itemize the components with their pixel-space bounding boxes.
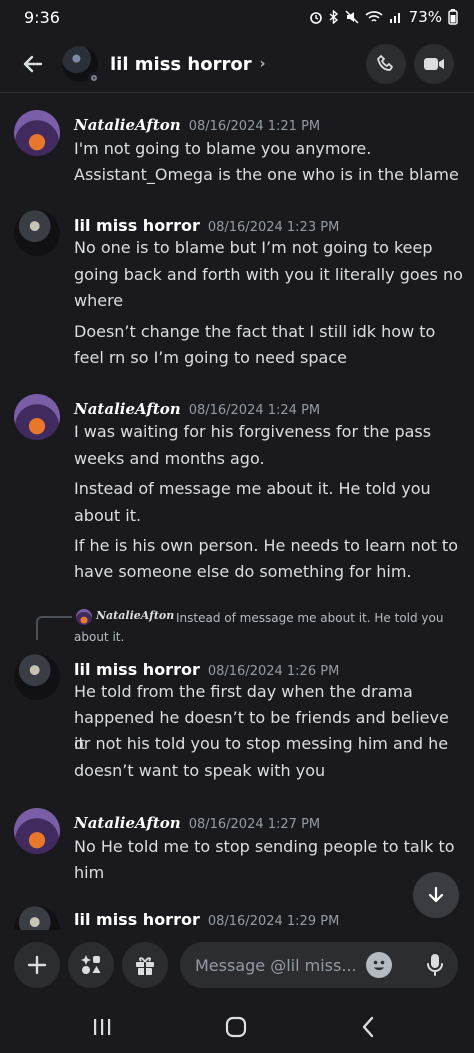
message-text: feel rn so I’m going to need space xyxy=(74,348,347,367)
avatar[interactable] xyxy=(14,110,60,156)
timestamp: 08/16/2024 1:26 PM xyxy=(207,664,340,679)
header-title: lil miss horror xyxy=(110,53,252,75)
video-call-button[interactable] xyxy=(414,44,454,84)
author-name[interactable]: lil miss horror xyxy=(74,660,200,679)
message-placeholder: Message @lil miss... xyxy=(195,956,357,975)
message-composer: Message @lil miss... xyxy=(0,930,474,1000)
author-name[interactable]: lil miss horror xyxy=(74,910,200,929)
jump-to-present-button[interactable] xyxy=(413,872,459,918)
nav-back-icon[interactable] xyxy=(348,1014,388,1040)
message-text: him xyxy=(74,863,105,882)
status-icons: 73% xyxy=(309,8,458,26)
timestamp: 08/16/2024 1:21 PM xyxy=(188,119,321,134)
chevron-right-icon: › xyxy=(259,56,266,72)
attach-button[interactable] xyxy=(14,942,60,988)
author-name[interactable]: NatalieAfton xyxy=(74,116,181,134)
avatar[interactable] xyxy=(14,654,60,700)
avatar[interactable] xyxy=(14,808,60,854)
timestamp: 08/16/2024 1:23 PM xyxy=(207,220,340,235)
wifi-icon xyxy=(365,11,383,22)
message-text: Assistant_Omega is the one who is in the… xyxy=(74,165,459,184)
message-text: weeks and months ago. xyxy=(74,449,265,468)
message-text: No He told me to stop sending people to … xyxy=(74,837,455,856)
message-text: have someone else do something for him. xyxy=(74,562,412,581)
reply-text-cont: about it. xyxy=(74,630,125,644)
call-icon xyxy=(377,55,393,71)
message-text: Doesn’t change the fact that I still idk… xyxy=(74,322,436,341)
reply-avatar xyxy=(76,609,92,625)
timestamp: 08/16/2024 1:27 PM xyxy=(188,817,321,832)
alarm-icon xyxy=(309,12,322,24)
plus-icon xyxy=(27,955,47,975)
arrow-down-icon xyxy=(428,886,444,903)
avatar[interactable] xyxy=(14,906,60,930)
message-text: going back and forth with you it literal… xyxy=(74,265,463,284)
gift-icon xyxy=(136,957,154,975)
back-arrow-icon xyxy=(23,55,43,73)
avatar[interactable] xyxy=(14,394,60,440)
avatar[interactable] xyxy=(14,210,60,256)
signal-icon xyxy=(389,13,400,23)
message-input[interactable]: Message @lil miss... xyxy=(180,942,458,988)
author-name[interactable]: lil miss horror xyxy=(74,216,200,235)
message-text: or not his told you to stop messing him … xyxy=(74,734,449,753)
message-text: I'm not going to blame you anymore. xyxy=(74,139,372,158)
status-dot xyxy=(88,72,100,84)
mute-icon xyxy=(345,10,359,24)
nav-recents-icon[interactable] xyxy=(82,1014,122,1040)
nav-home-icon[interactable] xyxy=(216,1014,256,1040)
gift-button[interactable] xyxy=(122,942,168,988)
dm-header: lil miss horror › xyxy=(0,36,474,92)
message-text: where xyxy=(74,291,124,310)
message-text: Instead of message me about it. He told … xyxy=(74,479,431,498)
status-bar: 9:36 73% xyxy=(0,0,474,36)
message-text: He told from the first day when the dram… xyxy=(74,682,413,701)
message-text: doesn’t want to speak with you xyxy=(74,761,326,780)
voice-call-button[interactable] xyxy=(366,44,406,84)
bluetooth-icon xyxy=(329,10,338,24)
timestamp: 08/16/2024 1:24 PM xyxy=(188,403,321,418)
message-text: I was waiting for his forgiveness for th… xyxy=(74,422,432,441)
header-avatar[interactable] xyxy=(62,46,100,84)
message-group: lil miss horror 08/16/2024 1:29 PM xyxy=(0,904,474,930)
battery-percent: 73% xyxy=(408,8,442,26)
apps-icon xyxy=(81,955,101,974)
video-icon xyxy=(424,58,444,70)
header-title-link[interactable]: lil miss horror › xyxy=(110,54,265,75)
message-text: If he is his own person. He needs to lea… xyxy=(74,536,458,555)
reply-spine xyxy=(36,616,72,640)
back-button[interactable] xyxy=(12,43,54,85)
reply-reference[interactable]: NatalieAfton Instead of message me about… xyxy=(0,604,474,644)
timestamp: 08/16/2024 1:29 PM xyxy=(207,914,340,929)
reply-text: Instead of message me about it. He told … xyxy=(176,611,444,625)
header-divider xyxy=(0,92,474,93)
author-name[interactable]: NatalieAfton xyxy=(74,814,181,832)
system-nav-bar xyxy=(0,1000,474,1053)
reply-author: NatalieAfton xyxy=(96,609,175,622)
author-name[interactable]: NatalieAfton xyxy=(74,400,181,418)
battery-icon xyxy=(448,9,458,25)
message-text: No one is to blame but I’m not going to … xyxy=(74,238,433,257)
emoji-icon[interactable] xyxy=(366,952,392,978)
message-text: about it. xyxy=(74,506,142,525)
mic-icon[interactable] xyxy=(422,952,448,978)
status-time: 9:36 xyxy=(24,8,60,27)
apps-button[interactable] xyxy=(68,942,114,988)
